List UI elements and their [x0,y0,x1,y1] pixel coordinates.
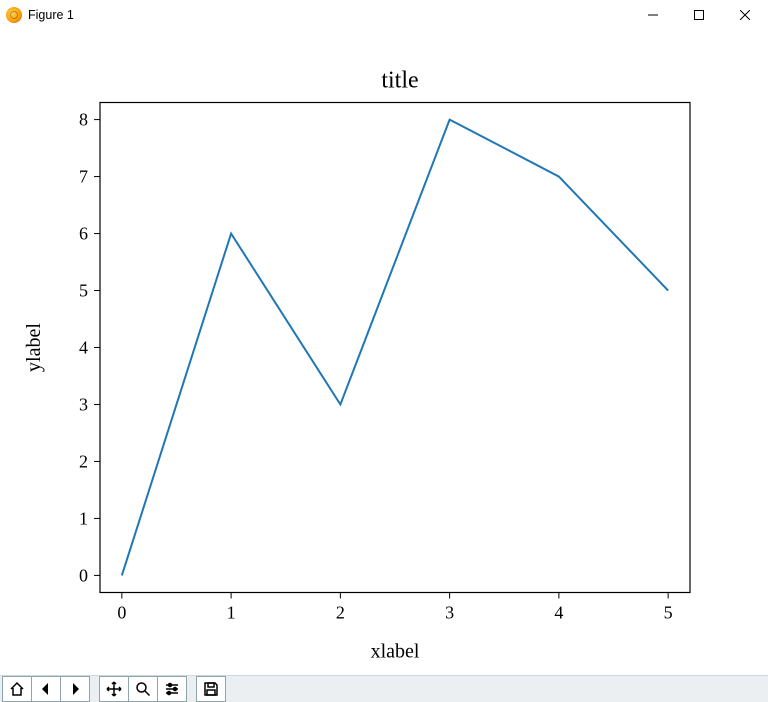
titlebar: Figure 1 [0,0,768,30]
plot-svg: title 0 1 2 3 4 5 0 1 2 3 4 5 6 7 8 xlabel ylabel [0,30,768,675]
y-axis-label: ylabel [23,323,45,372]
figure-window: Figure 1 title 0 1 2 3 4 5 0 1 2 3 4 5 6 7 8 xlabel y… [0,0,768,700]
save-icon [203,681,219,697]
svg-text:3: 3 [445,603,454,623]
home-icon [9,681,25,697]
sliders-icon [164,681,180,697]
x-axis-label: xlabel [371,641,420,663]
svg-text:1: 1 [227,603,236,623]
app-icon [6,7,22,23]
svg-text:5: 5 [664,603,673,623]
svg-text:2: 2 [336,603,345,623]
svg-text:8: 8 [79,110,88,130]
chart-title: title [381,68,418,94]
arrow-right-icon [67,681,83,697]
svg-text:0: 0 [117,603,126,623]
x-ticks: 0 1 2 3 4 5 [117,593,672,623]
window-title: Figure 1 [28,8,74,22]
y-ticks: 0 1 2 3 4 5 6 7 8 [79,110,100,586]
axes-box [100,103,690,593]
close-button[interactable] [722,0,768,30]
svg-text:0: 0 [79,565,88,585]
mpl-toolbar [0,675,768,702]
maximize-button[interactable] [676,0,722,30]
save-button[interactable] [196,676,226,702]
home-button[interactable] [2,676,32,702]
close-icon [740,10,750,20]
svg-text:6: 6 [79,224,88,244]
svg-text:2: 2 [79,451,88,471]
svg-text:4: 4 [554,603,563,623]
minimize-button[interactable] [630,0,676,30]
plot-area[interactable]: title 0 1 2 3 4 5 0 1 2 3 4 5 6 7 8 xlabel ylabel [0,30,768,675]
pan-button[interactable] [99,676,129,702]
forward-button[interactable] [60,676,90,702]
svg-text:7: 7 [79,167,88,187]
arrow-left-icon [38,681,54,697]
minimize-icon [648,10,658,20]
maximize-icon [694,10,704,20]
back-button[interactable] [31,676,61,702]
move-icon [106,681,122,697]
svg-text:3: 3 [79,394,88,414]
configure-button[interactable] [157,676,187,702]
zoom-icon [135,681,151,697]
svg-text:4: 4 [79,338,88,358]
data-line [122,120,668,576]
zoom-button[interactable] [128,676,158,702]
svg-text:5: 5 [79,281,88,301]
svg-text:1: 1 [79,508,88,528]
